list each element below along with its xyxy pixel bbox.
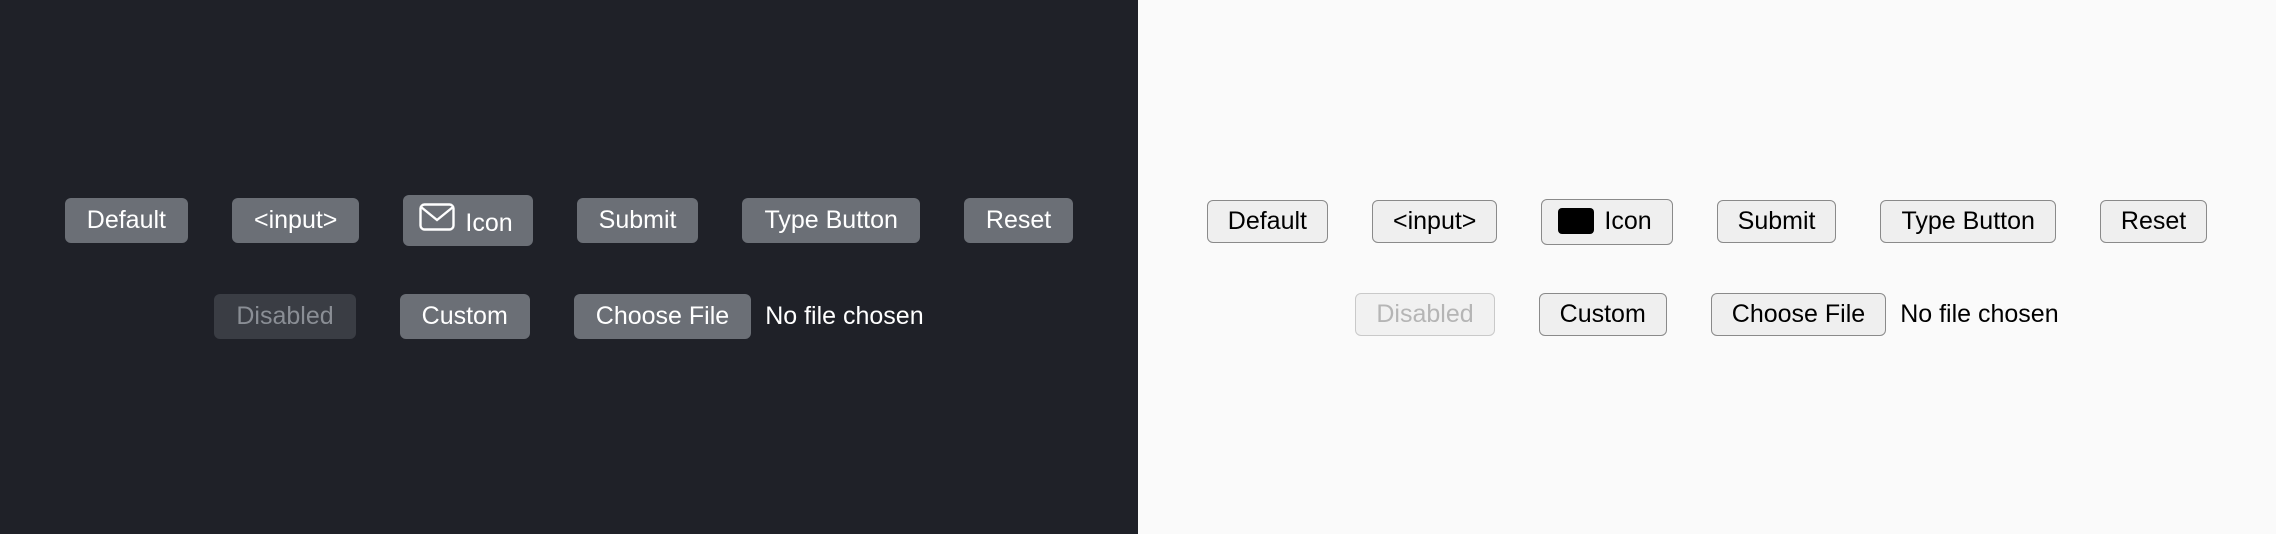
- choose-file-button-label: Choose File: [1732, 300, 1865, 328]
- choose-file-button-label: Choose File: [596, 302, 729, 330]
- icon-button[interactable]: Icon: [1541, 199, 1672, 245]
- light-row-2: Disabled Custom Choose File No file chos…: [1355, 293, 2058, 336]
- type-button[interactable]: Type Button: [742, 198, 919, 243]
- light-panel: Default <input> Icon Submit Type Button …: [1138, 0, 2276, 534]
- default-button-label: Default: [87, 206, 166, 234]
- dark-button-groups: Default <input> Icon Submit Type Button …: [65, 195, 1073, 339]
- reset-button[interactable]: Reset: [2100, 200, 2207, 243]
- custom-button-label: Custom: [1560, 300, 1646, 328]
- icon-button-label: Icon: [465, 211, 512, 236]
- choose-file-button[interactable]: Choose File: [574, 294, 751, 339]
- custom-button[interactable]: Custom: [1539, 293, 1667, 336]
- disabled-button-label: Disabled: [1376, 300, 1473, 328]
- submit-button[interactable]: Submit: [1717, 200, 1837, 243]
- reset-button-label: Reset: [2121, 207, 2186, 235]
- reset-button-label: Reset: [986, 206, 1051, 234]
- choose-file-button[interactable]: Choose File: [1711, 293, 1886, 336]
- light-button-groups: Default <input> Icon Submit Type Button …: [1207, 199, 2207, 336]
- disabled-button-label: Disabled: [236, 302, 333, 330]
- custom-button[interactable]: Custom: [400, 294, 530, 339]
- dark-row-2: Disabled Custom Choose File No file chos…: [214, 294, 923, 339]
- file-input[interactable]: Choose File No file chosen: [574, 294, 924, 339]
- dark-panel: Default <input> Icon Submit Type Button …: [0, 0, 1138, 534]
- disabled-button: Disabled: [1355, 293, 1494, 336]
- type-button-label: Type Button: [764, 206, 897, 234]
- input-button-label: <input>: [254, 206, 337, 234]
- black-rect-icon: [1558, 208, 1594, 234]
- input-button[interactable]: <input>: [232, 198, 359, 243]
- type-button-label: Type Button: [1901, 207, 2034, 235]
- file-input[interactable]: Choose File No file chosen: [1711, 293, 2059, 336]
- light-row-1: Default <input> Icon Submit Type Button …: [1207, 199, 2207, 245]
- disabled-button: Disabled: [214, 294, 355, 339]
- input-button[interactable]: <input>: [1372, 200, 1497, 243]
- default-button[interactable]: Default: [65, 198, 188, 243]
- icon-button[interactable]: Icon: [403, 195, 532, 246]
- icon-button-label: Icon: [1604, 209, 1651, 234]
- default-button-label: Default: [1228, 207, 1307, 235]
- reset-button[interactable]: Reset: [964, 198, 1073, 243]
- mail-icon: [419, 203, 455, 236]
- file-status-text: No file chosen: [765, 302, 923, 331]
- input-button-label: <input>: [1393, 207, 1476, 235]
- submit-button[interactable]: Submit: [577, 198, 699, 243]
- submit-button-label: Submit: [599, 206, 677, 234]
- submit-button-label: Submit: [1738, 207, 1816, 235]
- type-button[interactable]: Type Button: [1880, 200, 2055, 243]
- dark-row-1: Default <input> Icon Submit Type Button …: [65, 195, 1073, 246]
- custom-button-label: Custom: [422, 302, 508, 330]
- default-button[interactable]: Default: [1207, 200, 1328, 243]
- file-status-text: No file chosen: [1900, 300, 2058, 329]
